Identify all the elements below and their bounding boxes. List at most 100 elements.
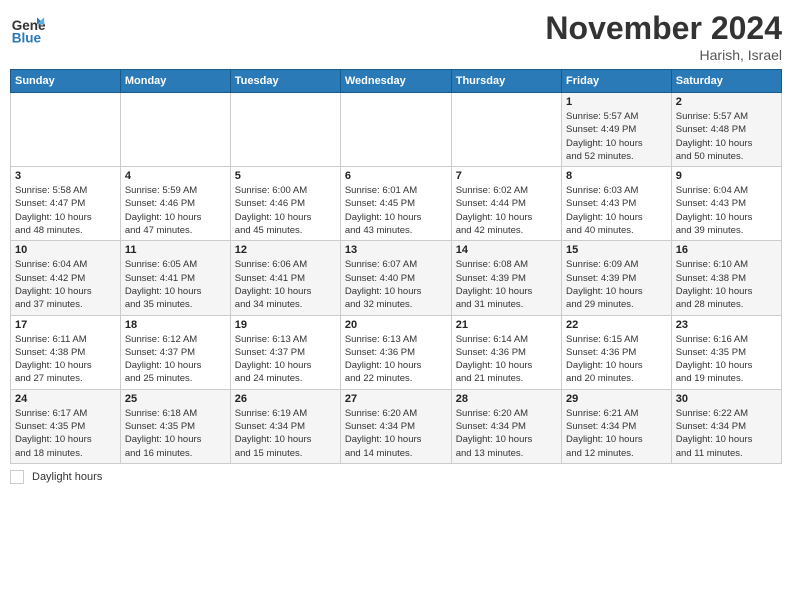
calendar-day-cell: 19 Sunrise: 6:13 AM Sunset: 4:37 PM Dayli… — [230, 315, 340, 389]
day-info: Sunrise: 6:20 AM Sunset: 4:34 PM Dayligh… — [456, 407, 557, 460]
day-info: Sunrise: 6:17 AM Sunset: 4:35 PM Dayligh… — [15, 407, 116, 460]
calendar-day-cell: 8 Sunrise: 6:03 AM Sunset: 4:43 PM Daylig… — [562, 167, 672, 241]
logo-icon: General Blue — [10, 10, 46, 46]
calendar-table: SundayMondayTuesdayWednesdayThursdayFrid… — [10, 69, 782, 464]
calendar-day-cell: 24 Sunrise: 6:17 AM Sunset: 4:35 PM Dayli… — [11, 389, 121, 463]
day-number: 14 — [456, 244, 557, 256]
day-info: Sunrise: 6:19 AM Sunset: 4:34 PM Dayligh… — [235, 407, 336, 460]
calendar-day-cell — [120, 93, 230, 167]
day-number: 2 — [676, 96, 777, 108]
day-info: Sunrise: 6:13 AM Sunset: 4:37 PM Dayligh… — [235, 333, 336, 386]
weekday-header: Wednesday — [340, 70, 451, 93]
weekday-header: Friday — [562, 70, 672, 93]
footer: Daylight hours — [10, 470, 782, 484]
day-number: 20 — [345, 319, 447, 331]
day-info: Sunrise: 6:18 AM Sunset: 4:35 PM Dayligh… — [125, 407, 226, 460]
day-number: 22 — [566, 319, 667, 331]
day-info: Sunrise: 6:20 AM Sunset: 4:34 PM Dayligh… — [345, 407, 447, 460]
day-number: 24 — [15, 393, 116, 405]
weekday-header: Saturday — [671, 70, 781, 93]
day-info: Sunrise: 6:14 AM Sunset: 4:36 PM Dayligh… — [456, 333, 557, 386]
day-number: 23 — [676, 319, 777, 331]
svg-text:Blue: Blue — [12, 30, 42, 45]
day-info: Sunrise: 6:03 AM Sunset: 4:43 PM Dayligh… — [566, 184, 667, 237]
calendar-day-cell: 13Sunrise: 6:07 AM Sunset: 4:40 PM Dayli… — [340, 241, 451, 315]
day-info: Sunrise: 6:21 AM Sunset: 4:34 PM Dayligh… — [566, 407, 667, 460]
day-info: Sunrise: 5:57 AM Sunset: 4:48 PM Dayligh… — [676, 110, 777, 163]
day-info: Sunrise: 6:16 AM Sunset: 4:35 PM Dayligh… — [676, 333, 777, 386]
day-number: 30 — [676, 393, 777, 405]
day-number: 27 — [345, 393, 447, 405]
day-number: 9 — [676, 170, 777, 182]
day-info: Sunrise: 5:59 AM Sunset: 4:46 PM Dayligh… — [125, 184, 226, 237]
page: General Blue November 2024 Harish, Israe… — [0, 0, 792, 612]
day-number: 7 — [456, 170, 557, 182]
day-number: 26 — [235, 393, 336, 405]
header: General Blue November 2024 Harish, Israe… — [10, 10, 782, 63]
location-subtitle: Harish, Israel — [545, 47, 782, 63]
day-info: Sunrise: 6:11 AM Sunset: 4:38 PM Dayligh… — [15, 333, 116, 386]
day-info: Sunrise: 5:57 AM Sunset: 4:49 PM Dayligh… — [566, 110, 667, 163]
day-number: 15 — [566, 244, 667, 256]
calendar-header-row: SundayMondayTuesdayWednesdayThursdayFrid… — [11, 70, 782, 93]
calendar-day-cell: 3 Sunrise: 5:58 AM Sunset: 4:47 PM Daylig… — [11, 167, 121, 241]
calendar-week-row: 3 Sunrise: 5:58 AM Sunset: 4:47 PM Daylig… — [11, 167, 782, 241]
legend-label: Daylight hours — [32, 471, 102, 483]
day-number: 6 — [345, 170, 447, 182]
day-number: 10 — [15, 244, 116, 256]
weekday-header: Sunday — [11, 70, 121, 93]
calendar-day-cell — [340, 93, 451, 167]
calendar-day-cell: 2 Sunrise: 5:57 AM Sunset: 4:48 PM Daylig… — [671, 93, 781, 167]
calendar-day-cell: 23 Sunrise: 6:16 AM Sunset: 4:35 PM Dayli… — [671, 315, 781, 389]
day-info: Sunrise: 6:10 AM Sunset: 4:38 PM Dayligh… — [676, 258, 777, 311]
day-number: 17 — [15, 319, 116, 331]
day-info: Sunrise: 6:06 AM Sunset: 4:41 PM Dayligh… — [235, 258, 336, 311]
calendar-day-cell: 18 Sunrise: 6:12 AM Sunset: 4:37 PM Dayli… — [120, 315, 230, 389]
day-info: Sunrise: 6:12 AM Sunset: 4:37 PM Dayligh… — [125, 333, 226, 386]
calendar-day-cell: 9 Sunrise: 6:04 AM Sunset: 4:43 PM Daylig… — [671, 167, 781, 241]
calendar-day-cell: 14 Sunrise: 6:08 AM Sunset: 4:39 PM Dayli… — [451, 241, 561, 315]
month-title: November 2024 — [545, 10, 782, 47]
calendar-week-row: 17 Sunrise: 6:11 AM Sunset: 4:38 PM Dayli… — [11, 315, 782, 389]
day-number: 21 — [456, 319, 557, 331]
calendar-day-cell: 10 Sunrise: 6:04 AM Sunset: 4:42 PM Dayli… — [11, 241, 121, 315]
calendar-week-row: 10 Sunrise: 6:04 AM Sunset: 4:42 PM Dayli… — [11, 241, 782, 315]
calendar-day-cell: 15Sunrise: 6:09 AM Sunset: 4:39 PM Dayli… — [562, 241, 672, 315]
calendar-day-cell: 5 Sunrise: 6:00 AM Sunset: 4:46 PM Daylig… — [230, 167, 340, 241]
calendar-day-cell: 22Sunrise: 6:15 AM Sunset: 4:36 PM Dayli… — [562, 315, 672, 389]
day-info: Sunrise: 6:05 AM Sunset: 4:41 PM Dayligh… — [125, 258, 226, 311]
legend-box — [10, 470, 24, 484]
calendar-day-cell: 7Sunrise: 6:02 AM Sunset: 4:44 PM Daylig… — [451, 167, 561, 241]
day-number: 5 — [235, 170, 336, 182]
day-info: Sunrise: 6:04 AM Sunset: 4:43 PM Dayligh… — [676, 184, 777, 237]
day-number: 3 — [15, 170, 116, 182]
day-info: Sunrise: 6:07 AM Sunset: 4:40 PM Dayligh… — [345, 258, 447, 311]
calendar-day-cell — [230, 93, 340, 167]
calendar-day-cell — [11, 93, 121, 167]
day-number: 8 — [566, 170, 667, 182]
day-info: Sunrise: 6:08 AM Sunset: 4:39 PM Dayligh… — [456, 258, 557, 311]
day-info: Sunrise: 6:13 AM Sunset: 4:36 PM Dayligh… — [345, 333, 447, 386]
weekday-header: Monday — [120, 70, 230, 93]
day-info: Sunrise: 6:01 AM Sunset: 4:45 PM Dayligh… — [345, 184, 447, 237]
day-number: 19 — [235, 319, 336, 331]
day-number: 28 — [456, 393, 557, 405]
day-number: 18 — [125, 319, 226, 331]
calendar-day-cell: 6 Sunrise: 6:01 AM Sunset: 4:45 PM Daylig… — [340, 167, 451, 241]
calendar-day-cell: 1 Sunrise: 5:57 AM Sunset: 4:49 PM Daylig… — [562, 93, 672, 167]
day-info: Sunrise: 5:58 AM Sunset: 4:47 PM Dayligh… — [15, 184, 116, 237]
day-number: 4 — [125, 170, 226, 182]
calendar-week-row: 24 Sunrise: 6:17 AM Sunset: 4:35 PM Dayli… — [11, 389, 782, 463]
logo: General Blue — [10, 10, 46, 46]
day-info: Sunrise: 6:22 AM Sunset: 4:34 PM Dayligh… — [676, 407, 777, 460]
day-number: 1 — [566, 96, 667, 108]
calendar-day-cell: 26 Sunrise: 6:19 AM Sunset: 4:34 PM Dayli… — [230, 389, 340, 463]
calendar-day-cell: 28 Sunrise: 6:20 AM Sunset: 4:34 PM Dayli… — [451, 389, 561, 463]
weekday-header: Tuesday — [230, 70, 340, 93]
calendar-day-cell: 17 Sunrise: 6:11 AM Sunset: 4:38 PM Dayli… — [11, 315, 121, 389]
day-info: Sunrise: 6:04 AM Sunset: 4:42 PM Dayligh… — [15, 258, 116, 311]
title-block: November 2024 Harish, Israel — [545, 10, 782, 63]
day-info: Sunrise: 6:00 AM Sunset: 4:46 PM Dayligh… — [235, 184, 336, 237]
calendar-day-cell: 16Sunrise: 6:10 AM Sunset: 4:38 PM Dayli… — [671, 241, 781, 315]
calendar-day-cell: 20 Sunrise: 6:13 AM Sunset: 4:36 PM Dayli… — [340, 315, 451, 389]
